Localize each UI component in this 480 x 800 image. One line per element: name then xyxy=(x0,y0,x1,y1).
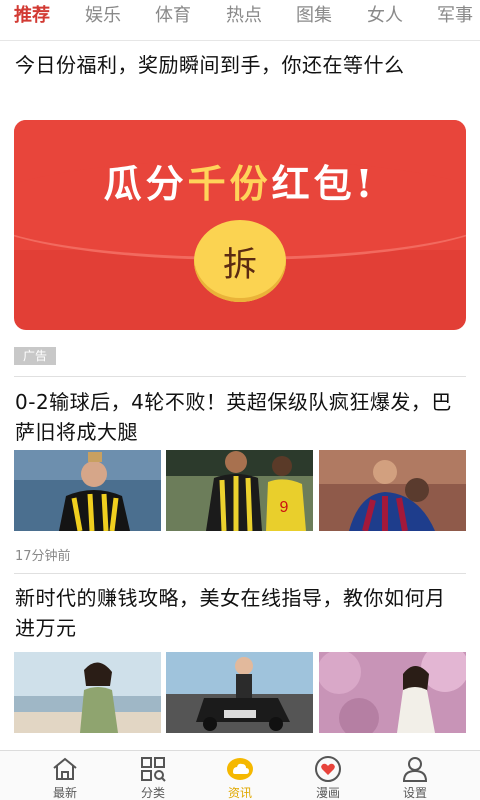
open-envelope-button[interactable]: 拆 xyxy=(194,220,286,302)
tab-entertainment[interactable]: 娱乐 xyxy=(85,4,121,28)
user-icon xyxy=(402,757,428,782)
tab-sports[interactable]: 体育 xyxy=(155,4,191,28)
news-feed[interactable]: 今日份福利，奖励瞬间到手，你还在等什么 瓜分千份红包! 拆 广告 0-2输球后，… xyxy=(0,41,480,750)
news-thumbnail[interactable] xyxy=(319,450,466,531)
ad-headline-part-1: 瓜分 xyxy=(103,161,188,206)
news-title[interactable]: 新时代的赚钱攻略，美女在线指导，教你如何月进万元 xyxy=(15,583,463,643)
home-icon xyxy=(53,757,77,780)
cloud-icon xyxy=(227,758,253,780)
news-title[interactable]: 0-2输球后，4轮不败！英超保级队疯狂爆发，巴萨旧将成大腿 xyxy=(15,387,463,447)
open-envelope-label: 拆 xyxy=(223,244,257,285)
tab-women[interactable]: 女人 xyxy=(367,4,403,28)
tab-recommend[interactable]: 推荐 xyxy=(14,4,50,28)
bottom-nav: 最新 分类 资讯 漫画 设置 xyxy=(0,750,480,800)
news-thumbnails: 9 xyxy=(14,450,466,531)
divider xyxy=(14,376,466,377)
heart-icon xyxy=(315,756,341,782)
ad-headline-part-2: 红包! xyxy=(271,161,377,206)
category-tab-bar: 推荐 娱乐 体育 热点 图集 女人 军事 xyxy=(0,0,480,41)
nav-latest[interactable]: 最新 xyxy=(17,751,113,800)
news-thumbnail[interactable] xyxy=(166,652,313,733)
news-timestamp: 17分钟前 xyxy=(15,549,71,564)
nav-label: 资讯 xyxy=(227,786,252,800)
ad-card-title[interactable]: 今日份福利，奖励瞬间到手，你还在等什么 xyxy=(15,50,463,80)
ad-banner[interactable]: 瓜分千份红包! 拆 xyxy=(14,120,466,330)
tab-military[interactable]: 军事 xyxy=(437,4,473,28)
nav-comics[interactable]: 漫画 xyxy=(280,751,376,800)
svg-text:9: 9 xyxy=(280,499,289,516)
ad-headline: 瓜分千份红包! xyxy=(14,153,466,208)
news-thumbnail[interactable] xyxy=(319,652,466,733)
news-thumbnail[interactable]: 9 xyxy=(166,450,313,531)
ad-badge: 广告 xyxy=(14,347,56,365)
tab-gallery[interactable]: 图集 xyxy=(296,4,332,28)
news-thumbnails xyxy=(14,652,466,733)
ad-headline-gold: 千份 xyxy=(187,161,272,206)
nav-label: 最新 xyxy=(52,786,77,800)
divider xyxy=(14,573,466,574)
news-thumbnail[interactable] xyxy=(14,450,161,531)
nav-news[interactable]: 资讯 xyxy=(192,751,288,800)
nav-label: 设置 xyxy=(402,786,427,800)
grid-search-icon xyxy=(141,757,166,782)
news-thumbnail[interactable] xyxy=(14,652,161,733)
nav-label: 漫画 xyxy=(315,786,340,800)
tab-hot[interactable]: 热点 xyxy=(226,4,262,28)
nav-settings[interactable]: 设置 xyxy=(367,751,463,800)
nav-label: 分类 xyxy=(140,786,165,800)
nav-categories[interactable]: 分类 xyxy=(105,751,201,800)
